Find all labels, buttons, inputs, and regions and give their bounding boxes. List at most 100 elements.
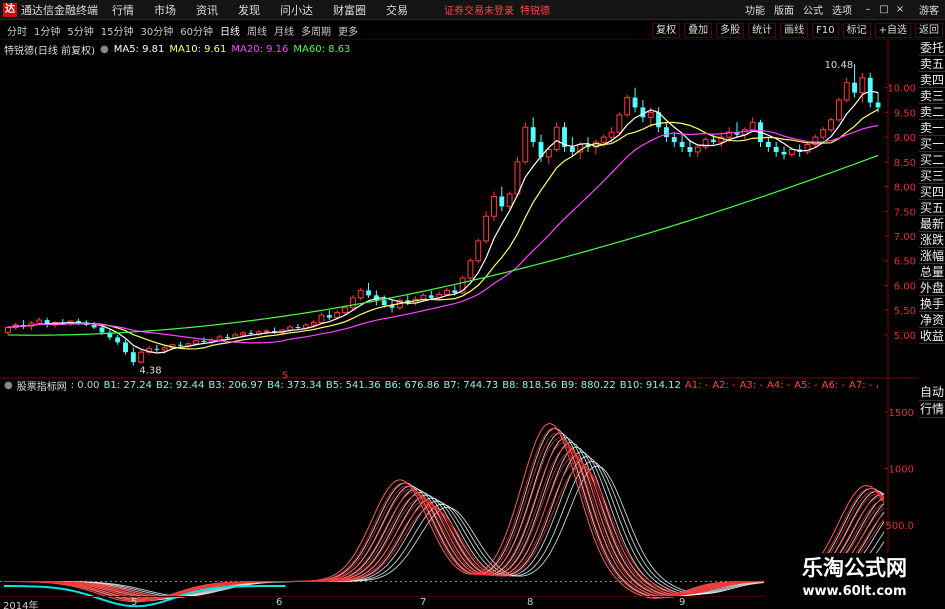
menu-wealth[interactable]: 财富圈 — [333, 2, 366, 18]
period-more[interactable]: 更多 — [338, 23, 358, 38]
candle-body — [334, 312, 341, 319]
side-sell2: 卖二 — [919, 105, 945, 120]
f10-button[interactable]: F10 — [812, 22, 839, 38]
indicator-value-7: B7: 744.73 — [443, 380, 499, 391]
quote-sidebar: 委托 卖五 卖四 卖三 卖二 卖一 买一 买二 买三 买四 买五 最新 涨跌 涨… — [919, 40, 945, 415]
ma60-label: MA60: 8.63 — [293, 43, 351, 55]
ma20-line — [7, 124, 879, 344]
multi-stock-button[interactable]: 多股 — [716, 22, 745, 38]
period-30min[interactable]: 30分钟 — [140, 23, 173, 38]
menu-formula[interactable]: 公式 — [803, 2, 823, 17]
add-favorite-button[interactable]: +自选 — [874, 22, 911, 38]
candle-body — [318, 314, 325, 324]
period-5min[interactable]: 5分钟 — [67, 23, 93, 38]
candle-body — [287, 326, 294, 331]
period-15min[interactable]: 15分钟 — [101, 23, 134, 38]
side-sell4: 卖四 — [919, 73, 945, 88]
menu-discover[interactable]: 发现 — [238, 2, 260, 18]
indicator-value-8: B8: 818.56 — [502, 380, 557, 391]
login-status[interactable]: 证券交易未登录 — [444, 2, 514, 17]
candle-body — [530, 127, 536, 143]
period-intraday[interactable]: 分时 — [7, 23, 27, 38]
overlay-button[interactable]: 叠加 — [684, 22, 713, 38]
menu-layout[interactable]: 版面 — [774, 2, 794, 17]
stats-button[interactable]: 统计 — [748, 22, 777, 38]
candle-body — [475, 240, 482, 262]
indicator-value-9: B9: 880.22 — [560, 380, 616, 391]
indicator-legend: ● 股票指标网 : 0.00 B1: 27.24 B2: 92.44 B3: 206.… — [4, 379, 878, 392]
xaxis-label-jun: 6 — [276, 597, 283, 608]
menu-market[interactable]: 市场 — [154, 2, 176, 18]
menu-ask[interactable]: 问小达 — [280, 2, 313, 18]
candle-body — [843, 82, 850, 101]
stock-label: 特锐德(日线 前复权) — [4, 45, 95, 57]
indicator-value-4: B4: 373.34 — [267, 380, 322, 391]
candle-body — [232, 334, 239, 338]
side-earnings: 收益 — [919, 329, 945, 344]
candle-body — [161, 347, 168, 351]
stock-name-tag: 特锐德 — [520, 6, 550, 17]
candle-body — [711, 139, 716, 143]
close-button[interactable]: × — [893, 3, 907, 17]
price-axis-label: 7.00 — [894, 232, 916, 243]
mark-button[interactable]: 标记 — [842, 22, 871, 38]
candle-body — [99, 327, 105, 333]
candle-body — [201, 340, 207, 342]
candle-body — [295, 327, 301, 329]
side-buy3: 买三 — [919, 169, 945, 184]
xaxis-label-may: 5 — [131, 597, 138, 608]
period-weekly[interactable]: 周线 — [247, 23, 267, 38]
draw-line-button[interactable]: 画线 — [780, 22, 809, 38]
candle-body — [36, 319, 43, 324]
legend-dot-icon[interactable]: ● — [100, 44, 109, 55]
candle-body — [773, 147, 779, 152]
quote-button[interactable]: 行情 — [919, 401, 945, 418]
indicator-name[interactable]: 股票指标网 — [17, 379, 67, 392]
period-monthly[interactable]: 月线 — [274, 23, 294, 38]
candle-body — [835, 99, 842, 121]
watermark: 乐淘公式网 www.60lt.com — [764, 553, 945, 609]
side-entrust[interactable]: 委托 — [919, 40, 945, 56]
price-axis-label: 10.00 — [887, 84, 916, 95]
period-daily[interactable]: 日线 — [220, 23, 240, 38]
menu-function[interactable]: 功能 — [745, 2, 765, 17]
side-change-pct: 涨幅 — [919, 249, 945, 264]
legend-dot-icon[interactable]: ● — [4, 380, 13, 391]
candle-body — [483, 215, 490, 242]
price-axis-label: 8.00 — [894, 183, 916, 194]
menu-news[interactable]: 资讯 — [196, 2, 218, 18]
period-multi[interactable]: 多周期 — [301, 23, 331, 38]
price-axis-label: 9.00 — [894, 133, 916, 144]
candle-body — [452, 290, 458, 293]
chart-area[interactable]: 10.00 9.50 9.00 8.50 8.00 7.50 7.00 6.50 6.00 5.5… — [0, 40, 919, 609]
indicator-value-16: A6: - — [821, 380, 846, 391]
maximize-button[interactable]: □ — [877, 3, 891, 17]
auto-quote-panel: 自动 行情 — [919, 384, 945, 418]
ma-legend: 特锐德(日线 前复权) ● MA5: 9.81 MA10: 9.61 MA20:… — [4, 42, 355, 57]
side-buy5: 买五 — [919, 201, 945, 216]
guest-user[interactable]: 游客 — [919, 2, 939, 17]
minimize-button[interactable]: – — [861, 3, 875, 17]
period-1min[interactable]: 1分钟 — [34, 23, 60, 38]
xaxis-label-sep: 9 — [679, 597, 686, 608]
indicator-value-6: B6: 676.86 — [384, 380, 440, 391]
side-volume: 总量 — [919, 265, 945, 280]
indicator-value-1: B1: 27.24 — [103, 380, 152, 391]
back-button[interactable]: 返回 — [915, 22, 943, 38]
candle-body — [263, 330, 270, 333]
auto-button[interactable]: 自动 — [919, 384, 945, 401]
adjust-button[interactable]: 复权 — [652, 22, 681, 38]
candle-body — [522, 126, 529, 163]
indicator-value-0: : 0.00 — [70, 380, 100, 391]
menu-trade[interactable]: 交易 — [386, 2, 408, 18]
indicator-value-15: A5: - — [794, 380, 818, 391]
candle-body — [381, 300, 387, 306]
menu-options[interactable]: 选项 — [832, 2, 852, 17]
indicator-axis-label: 1500 — [889, 408, 914, 419]
indicator-value-10: B10: 914.12 — [619, 380, 681, 391]
candle-body — [624, 97, 631, 116]
indicator-value-13: A3: - — [739, 380, 763, 391]
period-60min[interactable]: 60分钟 — [180, 23, 213, 38]
price-axis-label: 5.00 — [894, 331, 916, 342]
menu-market-quotes[interactable]: 行情 — [112, 2, 134, 18]
